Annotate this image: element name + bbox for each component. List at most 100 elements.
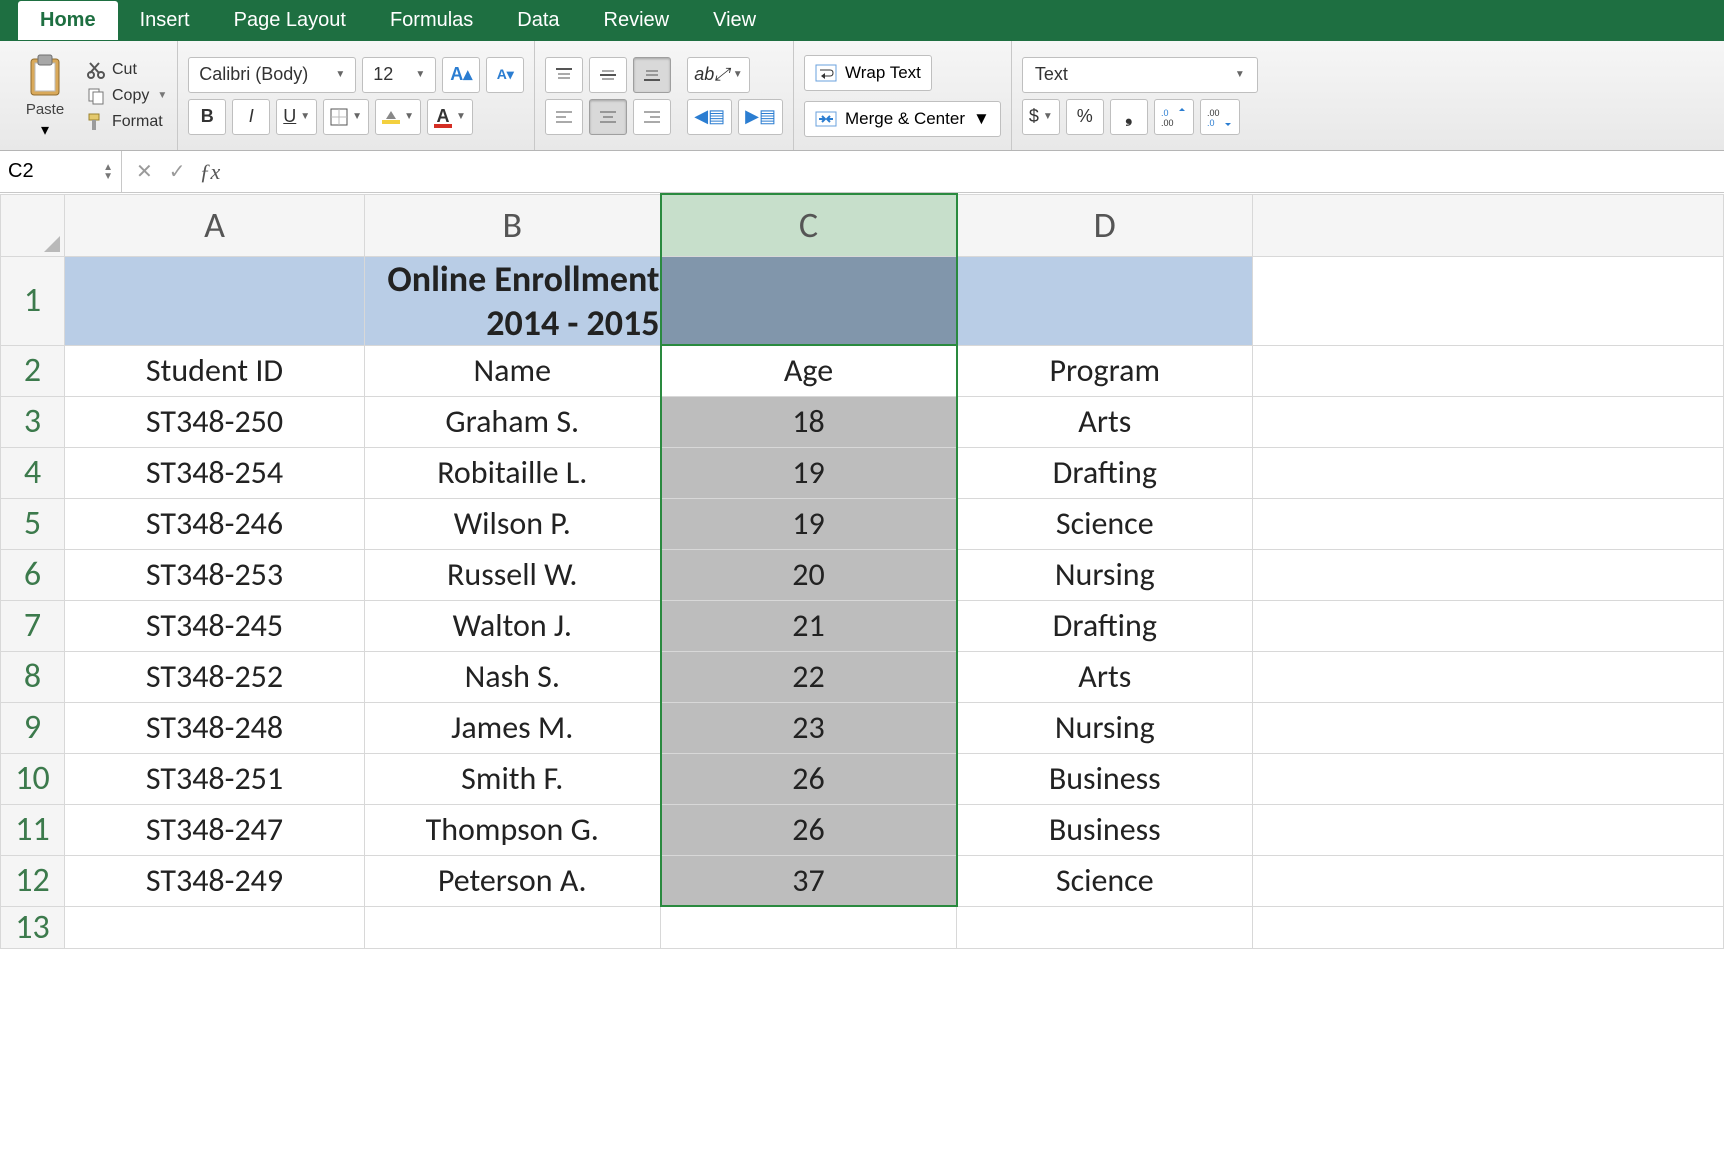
cell[interactable]: Nash S. xyxy=(365,651,661,702)
row-header[interactable]: 2 xyxy=(1,345,65,396)
cell[interactable]: ST348-252 xyxy=(65,651,365,702)
fx-icon[interactable]: ƒx xyxy=(200,159,231,185)
row-header[interactable]: 12 xyxy=(1,855,65,906)
borders-button[interactable]: ▼ xyxy=(323,99,369,135)
tab-data[interactable]: Data xyxy=(495,1,581,40)
format-painter-button[interactable]: Format xyxy=(86,112,167,132)
increase-decimal-button[interactable]: .0.00 xyxy=(1154,99,1194,135)
chevron-down-icon[interactable]: ▼ xyxy=(157,90,167,101)
select-all-corner[interactable] xyxy=(1,194,65,256)
title-cell-c[interactable] xyxy=(661,256,957,345)
cell[interactable]: Robitaille L. xyxy=(365,447,661,498)
name-box[interactable]: C2 ▲▼ xyxy=(0,151,122,192)
wrap-text-button[interactable]: Wrap Text xyxy=(804,55,932,91)
cell[interactable]: Name xyxy=(365,345,661,396)
cell[interactable]: ST348-250 xyxy=(65,396,365,447)
cell[interactable] xyxy=(957,906,1253,948)
cell[interactable] xyxy=(1253,600,1724,651)
col-header-d[interactable]: D xyxy=(957,194,1253,256)
align-top-button[interactable] xyxy=(545,57,583,93)
sheet[interactable]: A B C D 1 Online Enrollment 2014 - 2015 … xyxy=(0,193,1724,949)
row-header[interactable]: 5 xyxy=(1,498,65,549)
tab-pagelayout[interactable]: Page Layout xyxy=(212,1,368,40)
cell[interactable]: 20 xyxy=(661,549,957,600)
font-size-dropdown[interactable]: 12▼ xyxy=(362,57,436,93)
cell[interactable]: Arts xyxy=(957,651,1253,702)
font-name-dropdown[interactable]: Calibri (Body)▼ xyxy=(188,57,356,93)
cell[interactable]: ST348-245 xyxy=(65,600,365,651)
cell[interactable]: Nursing xyxy=(957,702,1253,753)
cell[interactable]: ST348-247 xyxy=(65,804,365,855)
row-header[interactable]: 3 xyxy=(1,396,65,447)
align-right-button[interactable] xyxy=(633,99,671,135)
cell[interactable] xyxy=(1253,753,1724,804)
cell[interactable]: ST348-246 xyxy=(65,498,365,549)
cell[interactable]: Peterson A. xyxy=(365,855,661,906)
row-header[interactable]: 1 xyxy=(1,256,65,345)
cell[interactable]: Business xyxy=(957,753,1253,804)
cell[interactable]: 22 xyxy=(661,651,957,702)
chevron-down-icon[interactable]: ▾ xyxy=(41,120,49,140)
increase-indent-button[interactable]: ▶▤ xyxy=(738,99,783,135)
cell[interactable]: Arts xyxy=(957,396,1253,447)
cell[interactable] xyxy=(1253,256,1724,345)
cell[interactable] xyxy=(1253,906,1724,948)
row-header[interactable]: 7 xyxy=(1,600,65,651)
row-header[interactable]: 8 xyxy=(1,651,65,702)
cell[interactable] xyxy=(365,906,661,948)
cell[interactable]: Program xyxy=(957,345,1253,396)
cell[interactable]: 37 xyxy=(661,855,957,906)
cell[interactable] xyxy=(1253,498,1724,549)
cancel-icon[interactable]: ✕ xyxy=(136,159,153,184)
decrease-font-button[interactable]: A▾ xyxy=(486,57,524,93)
cell[interactable]: Smith F. xyxy=(365,753,661,804)
cell[interactable]: Nursing xyxy=(957,549,1253,600)
tab-review[interactable]: Review xyxy=(582,1,692,40)
cell[interactable]: James M. xyxy=(365,702,661,753)
currency-button[interactable]: $▼ xyxy=(1022,99,1060,135)
cell[interactable]: Science xyxy=(957,498,1253,549)
italic-button[interactable]: I xyxy=(232,99,270,135)
percent-button[interactable]: % xyxy=(1066,99,1104,135)
cell[interactable] xyxy=(1253,549,1724,600)
title-cell-b[interactable]: Online Enrollment 2014 - 2015 xyxy=(365,256,661,345)
copy-button[interactable]: Copy ▼ xyxy=(86,86,167,106)
cell[interactable]: 21 xyxy=(661,600,957,651)
col-header-b[interactable]: B xyxy=(365,194,661,256)
chevron-down-icon[interactable]: ▼ xyxy=(973,109,990,129)
cell[interactable]: 19 xyxy=(661,447,957,498)
cell[interactable]: ST348-254 xyxy=(65,447,365,498)
row-header[interactable]: 13 xyxy=(1,906,65,948)
cell[interactable]: Thompson G. xyxy=(365,804,661,855)
cell[interactable] xyxy=(1253,651,1724,702)
cell[interactable] xyxy=(1253,702,1724,753)
cell[interactable] xyxy=(1253,447,1724,498)
comma-style-button[interactable]: ❟ xyxy=(1110,99,1148,135)
name-box-spinner[interactable]: ▲▼ xyxy=(103,163,113,181)
cell[interactable]: Business xyxy=(957,804,1253,855)
row-header[interactable]: 6 xyxy=(1,549,65,600)
merge-center-button[interactable]: Merge & Center ▼ xyxy=(804,101,1001,137)
tab-insert[interactable]: Insert xyxy=(118,1,212,40)
align-left-button[interactable] xyxy=(545,99,583,135)
cell[interactable]: Drafting xyxy=(957,447,1253,498)
number-format-dropdown[interactable]: Text▼ xyxy=(1022,57,1258,93)
fill-color-button[interactable]: ▼ xyxy=(375,99,421,135)
align-center-button[interactable] xyxy=(589,99,627,135)
cell[interactable]: 26 xyxy=(661,804,957,855)
orientation-button[interactable]: ab⤢▼ xyxy=(687,57,749,93)
paste-button[interactable]: Paste ▾ xyxy=(16,51,74,140)
cell[interactable]: 23 xyxy=(661,702,957,753)
row-header[interactable]: 4 xyxy=(1,447,65,498)
cell[interactable]: Walton J. xyxy=(365,600,661,651)
decrease-decimal-button[interactable]: .00.0 xyxy=(1200,99,1240,135)
tab-formulas[interactable]: Formulas xyxy=(368,1,495,40)
title-cell-a[interactable] xyxy=(65,256,365,345)
bold-button[interactable]: B xyxy=(188,99,226,135)
enter-icon[interactable]: ✓ xyxy=(169,159,186,184)
tab-home[interactable]: Home xyxy=(18,1,118,40)
cell[interactable]: Student ID xyxy=(65,345,365,396)
decrease-indent-button[interactable]: ◀▤ xyxy=(687,99,732,135)
cell[interactable] xyxy=(661,906,957,948)
increase-font-button[interactable]: A▴ xyxy=(442,57,480,93)
